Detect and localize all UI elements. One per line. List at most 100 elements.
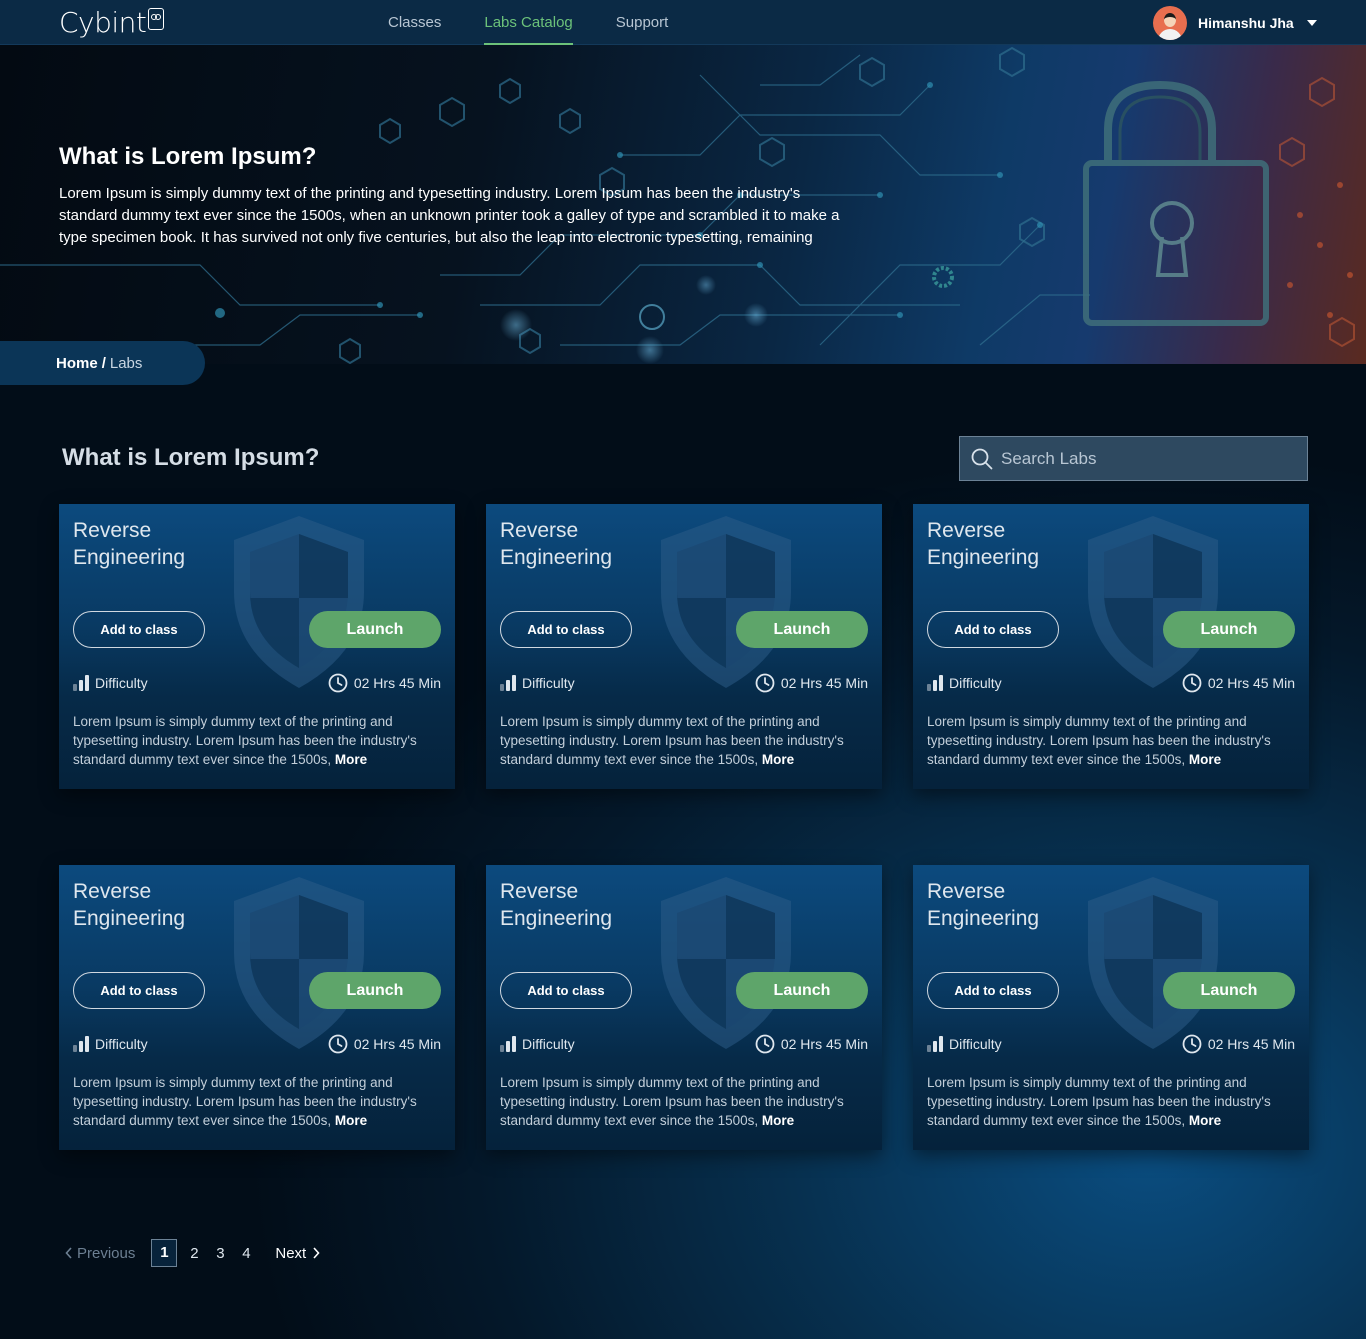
page-1-button[interactable]: 1	[151, 1239, 178, 1267]
difficulty: Difficulty	[500, 1036, 575, 1052]
user-name: Himanshu Jha	[1198, 15, 1294, 31]
clock-icon	[755, 673, 775, 693]
difficulty-bars-icon	[73, 1036, 89, 1052]
difficulty-bars-icon	[500, 1036, 516, 1052]
hero-title: What is Lorem Ipsum?	[59, 143, 317, 170]
breadcrumb-current: Labs	[109, 354, 143, 372]
more-link[interactable]: More	[762, 1113, 794, 1128]
duration-text: 02 Hrs 45 Min	[1207, 675, 1295, 691]
clock-icon	[755, 1034, 775, 1054]
lab-title: Reverse Engineering	[927, 519, 1040, 569]
page-4-button[interactable]: 4	[233, 1245, 259, 1262]
clock-icon	[328, 673, 348, 693]
launch-button[interactable]: Launch	[736, 972, 868, 1009]
difficulty-bars-icon	[927, 675, 943, 691]
lab-card: Reverse Engineering Add to class Launch …	[913, 865, 1309, 1150]
clock-icon	[1182, 1034, 1202, 1054]
clock-icon	[328, 1034, 348, 1054]
difficulty-label: Difficulty	[522, 1036, 575, 1052]
lab-card: Reverse Engineering Add to class Launch …	[913, 504, 1309, 789]
lab-card: Reverse Engineering Add to class Launch …	[486, 865, 882, 1150]
duration: 02 Hrs 45 Min	[328, 673, 441, 693]
add-to-class-button[interactable]: Add to class	[73, 972, 205, 1009]
page-2-button[interactable]: 2	[181, 1245, 207, 1262]
add-to-class-button[interactable]: Add to class	[500, 972, 632, 1009]
lab-title: Reverse Engineering	[73, 519, 186, 569]
pagination: Previous 1 2 3 4 Next	[65, 1239, 320, 1267]
difficulty-label: Difficulty	[949, 675, 1002, 691]
duration: 02 Hrs 45 Min	[755, 673, 868, 693]
difficulty: Difficulty	[927, 675, 1002, 691]
add-to-class-button[interactable]: Add to class	[500, 611, 632, 648]
lab-description: Lorem Ipsum is simply dummy text of the …	[73, 1073, 445, 1130]
difficulty-label: Difficulty	[949, 1036, 1002, 1052]
launch-button[interactable]: Launch	[1163, 972, 1295, 1009]
user-menu[interactable]: Himanshu Jha	[1153, 6, 1317, 40]
more-link[interactable]: More	[762, 752, 794, 767]
more-link[interactable]: More	[1189, 1113, 1221, 1128]
nav-links: Classes Labs Catalog Support	[388, 0, 668, 45]
duration-text: 02 Hrs 45 Min	[780, 1036, 868, 1052]
breadcrumb: Home / Labs	[0, 341, 205, 385]
difficulty-bars-icon	[500, 675, 516, 691]
duration-text: 02 Hrs 45 Min	[353, 675, 441, 691]
search-input[interactable]	[1001, 448, 1301, 469]
breadcrumb-home-link[interactable]: Home	[56, 355, 98, 372]
lab-title: Reverse Engineering	[927, 880, 1040, 930]
lab-title: Reverse Engineering	[73, 880, 186, 930]
launch-button[interactable]: Launch	[736, 611, 868, 648]
difficulty: Difficulty	[500, 675, 575, 691]
lab-card: Reverse Engineering Add to class Launch …	[486, 504, 882, 789]
duration: 02 Hrs 45 Min	[1182, 1034, 1295, 1054]
add-to-class-button[interactable]: Add to class	[73, 611, 205, 648]
padlock-icon	[1083, 80, 1269, 326]
lab-card: Reverse Engineering Add to class Launch …	[59, 504, 455, 789]
nav-link-labs-catalog[interactable]: Labs Catalog	[484, 0, 574, 45]
more-link[interactable]: More	[335, 752, 367, 767]
launch-button[interactable]: Launch	[1163, 611, 1295, 648]
difficulty-bars-icon	[73, 675, 89, 691]
page-3-button[interactable]: 3	[207, 1245, 233, 1262]
difficulty-label: Difficulty	[95, 675, 148, 691]
difficulty-label: Difficulty	[95, 1036, 148, 1052]
difficulty: Difficulty	[73, 1036, 148, 1052]
duration: 02 Hrs 45 Min	[755, 1034, 868, 1054]
duration-text: 02 Hrs 45 Min	[353, 1036, 441, 1052]
add-to-class-button[interactable]: Add to class	[927, 972, 1059, 1009]
lab-card: Reverse Engineering Add to class Launch …	[59, 865, 455, 1150]
launch-button[interactable]: Launch	[309, 611, 441, 648]
duration: 02 Hrs 45 Min	[328, 1034, 441, 1054]
brand-logo[interactable]: Cybint	[59, 6, 165, 39]
lab-title: Reverse Engineering	[500, 519, 613, 569]
more-link[interactable]: More	[335, 1113, 367, 1128]
owl-icon	[148, 8, 165, 30]
hero-banner: What is Lorem Ipsum? Lorem Ipsum is simp…	[0, 45, 1366, 364]
more-link[interactable]: More	[1189, 752, 1221, 767]
difficulty: Difficulty	[927, 1036, 1002, 1052]
add-to-class-button[interactable]: Add to class	[927, 611, 1059, 648]
lab-description: Lorem Ipsum is simply dummy text of the …	[927, 712, 1299, 769]
nav-link-classes[interactable]: Classes	[388, 0, 441, 45]
lab-description: Lorem Ipsum is simply dummy text of the …	[500, 712, 872, 769]
difficulty-bars-icon	[927, 1036, 943, 1052]
difficulty: Difficulty	[73, 675, 148, 691]
duration-text: 02 Hrs 45 Min	[780, 675, 868, 691]
avatar	[1153, 6, 1187, 40]
duration-text: 02 Hrs 45 Min	[1207, 1036, 1295, 1052]
nav-link-support[interactable]: Support	[616, 0, 669, 45]
hero-description: Lorem Ipsum is simply dummy text of the …	[59, 185, 840, 246]
chevron-left-icon	[65, 1247, 72, 1259]
launch-button[interactable]: Launch	[309, 972, 441, 1009]
previous-page-button[interactable]: Previous	[65, 1245, 135, 1262]
caret-down-icon	[1306, 20, 1317, 26]
search-box[interactable]	[959, 436, 1308, 481]
next-page-button[interactable]: Next	[275, 1245, 320, 1262]
chevron-right-icon	[313, 1247, 320, 1259]
search-icon	[971, 448, 993, 469]
lab-description: Lorem Ipsum is simply dummy text of the …	[500, 1073, 872, 1130]
top-nav: Cybint Classes Labs Catalog Support Hima…	[0, 0, 1366, 45]
clock-icon	[1182, 673, 1202, 693]
lab-description: Lorem Ipsum is simply dummy text of the …	[927, 1073, 1299, 1130]
duration: 02 Hrs 45 Min	[1182, 673, 1295, 693]
lab-description: Lorem Ipsum is simply dummy text of the …	[73, 712, 445, 769]
